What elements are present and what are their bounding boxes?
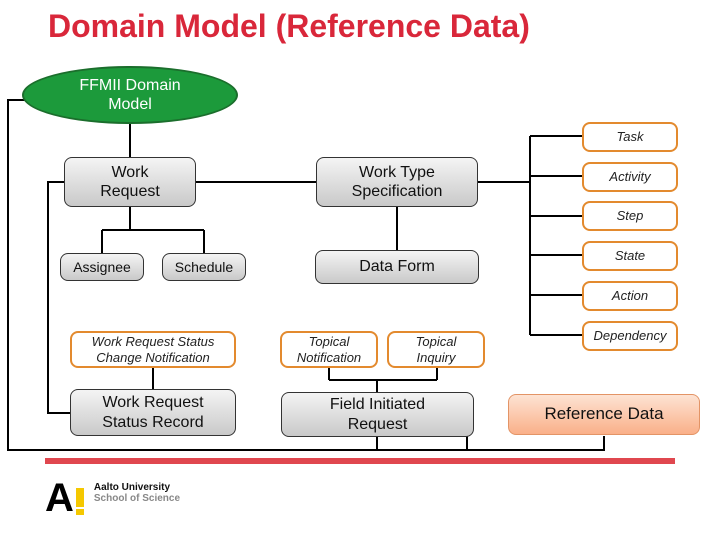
node-action: Action (582, 281, 678, 311)
root-node-ffmii-domain-model: FFMII Domain Model (22, 66, 238, 124)
node-dependency: Dependency (582, 321, 678, 351)
node-label: Task (616, 129, 644, 145)
aalto-logo: A Aalto University School of Science (45, 476, 180, 520)
node-label: Dependency (593, 328, 667, 344)
node-label: State (614, 248, 646, 264)
node-label: Assignee (73, 258, 131, 275)
node-label: Work Type Specification (351, 163, 443, 200)
node-label: Work Request Status Change Notification (91, 333, 215, 365)
node-reference-data: Reference Data (508, 394, 700, 435)
logo-letter: A (45, 476, 74, 520)
node-activity: Activity (582, 162, 678, 192)
node-label: Step (616, 208, 644, 224)
connector-refdata-bottom (345, 436, 605, 451)
node-task: Task (582, 122, 678, 152)
node-label: Field Initiated Request (329, 396, 426, 433)
node-label: Reference Data (544, 404, 664, 424)
node-wr-status-record: Work Request Status Record (70, 389, 236, 436)
org-line1: Aalto University (93, 482, 171, 493)
org-line2: School of Science (93, 493, 181, 504)
node-assignee: Assignee (60, 253, 144, 281)
node-field-initiated-request: Field Initiated Request (281, 392, 474, 437)
divider-bar (45, 458, 675, 464)
node-data-form: Data Form (315, 250, 479, 284)
node-topical-inquiry: Topical Inquiry (387, 331, 485, 368)
node-topical-notification: Topical Notification (280, 331, 378, 368)
node-wr-status-change-notification: Work Request Status Change Notification (70, 331, 236, 368)
node-label: Data Form (359, 258, 435, 276)
node-work-type-specification: Work Type Specification (316, 157, 478, 207)
logo-exclamation-icon (75, 488, 84, 515)
node-label: Work Request (100, 163, 160, 200)
node-state: State (582, 241, 678, 271)
logo-text: Aalto University School of Science (94, 482, 180, 504)
node-label: Action (611, 288, 649, 304)
node-schedule: Schedule (162, 253, 246, 281)
node-label: Topical Inquiry (415, 333, 457, 365)
root-node-label: FFMII Domain Model (79, 76, 181, 113)
node-work-request: Work Request (64, 157, 196, 207)
node-label: Work Request Status Record (102, 394, 204, 431)
connector-wr-statusrecord (47, 181, 70, 414)
node-label: Activity (609, 169, 651, 185)
node-label: Topical Notification (296, 333, 362, 365)
node-label: Schedule (174, 258, 234, 275)
node-step: Step (582, 201, 678, 231)
